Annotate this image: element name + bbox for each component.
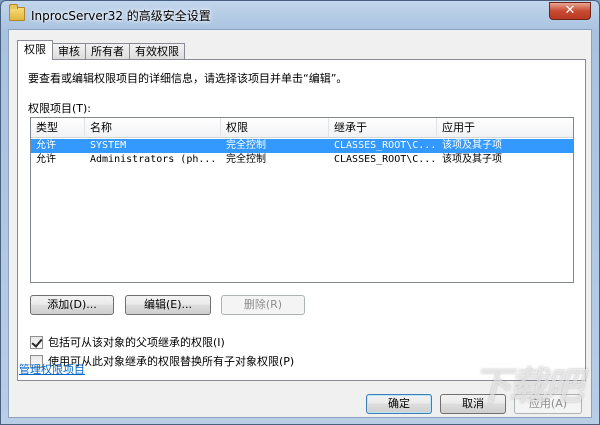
description-text: 要查看或编辑权限项目的详细信息，请选择该项目并单击“编辑”。 — [28, 72, 348, 85]
column-header-permission[interactable]: 权限 — [221, 118, 329, 138]
cell-inherited-from: CLASSES_ROOT\C... — [334, 154, 437, 165]
cell-inherited-from: CLASSES_ROOT\C... — [334, 140, 437, 151]
checkbox-checked[interactable] — [30, 335, 43, 349]
title-bar[interactable]: InprocServer32 的高级安全设置 ✕ — [1, 1, 599, 29]
add-button[interactable]: 添加(D)... — [30, 295, 114, 315]
cell-name: SYSTEM — [90, 140, 127, 151]
ok-button[interactable]: 确定 — [366, 394, 432, 414]
table-row[interactable]: 允许 SYSTEM 完全控制 CLASSES_ROOT\C... 该项及其子项 — [31, 139, 573, 153]
checkbox-label: 包括可从该对象的父项继承的权限(I) — [48, 336, 225, 349]
folder-icon — [9, 4, 25, 21]
include-inheritable-checkbox[interactable]: 包括可从该对象的父项继承的权限(I) — [30, 334, 225, 350]
list-header: 类型 名称 权限 继承于 应用于 — [31, 118, 573, 138]
close-button[interactable]: ✕ — [549, 2, 591, 20]
manage-permission-entries-link[interactable]: 管理权限项目 — [19, 361, 85, 377]
column-header-name[interactable]: 名称 — [85, 118, 221, 138]
tab-auditing[interactable]: 审核 — [52, 43, 86, 60]
cell-applies-to: 该项及其子项 — [442, 140, 502, 151]
cell-applies-to: 该项及其子项 — [442, 154, 502, 165]
remove-button[interactable]: 删除(R) — [221, 295, 305, 315]
watermark-logo: 下载吧 — [472, 364, 583, 408]
permissions-panel: 要查看或编辑权限项目的详细信息，请选择该项目并单击“编辑”。 权限项目(T): … — [17, 59, 586, 381]
cell-permission: 完全控制 — [226, 154, 266, 165]
table-row[interactable]: 允许 Administrators (ph... 完全控制 CLASSES_RO… — [31, 153, 573, 167]
column-header-applies-to[interactable]: 应用于 — [437, 118, 567, 138]
cell-type: 允许 — [36, 154, 56, 165]
column-header-type[interactable]: 类型 — [31, 118, 85, 138]
cell-permission: 完全控制 — [226, 140, 266, 151]
tab-owner[interactable]: 所有者 — [85, 43, 130, 60]
security-settings-window: InprocServer32 的高级安全设置 ✕ 权限 审核 所有者 有效权限 … — [0, 0, 600, 425]
tab-effective-permissions[interactable]: 有效权限 — [129, 43, 185, 60]
window-title: InprocServer32 的高级安全设置 — [31, 9, 211, 23]
cell-name: Administrators (ph... — [90, 154, 217, 165]
tab-permissions[interactable]: 权限 — [17, 40, 53, 60]
permission-entries-label: 权限项目(T): — [28, 102, 92, 115]
edit-button[interactable]: 编辑(E)... — [125, 295, 211, 315]
permission-entries-list[interactable]: 类型 名称 权限 继承于 应用于 允许 SYSTEM 完全控制 CLASSES_… — [30, 117, 574, 283]
tab-strip: 权限 审核 所有者 有效权限 — [17, 40, 185, 60]
cell-type: 允许 — [36, 140, 56, 151]
column-header-inherited-from[interactable]: 继承于 — [329, 118, 437, 138]
